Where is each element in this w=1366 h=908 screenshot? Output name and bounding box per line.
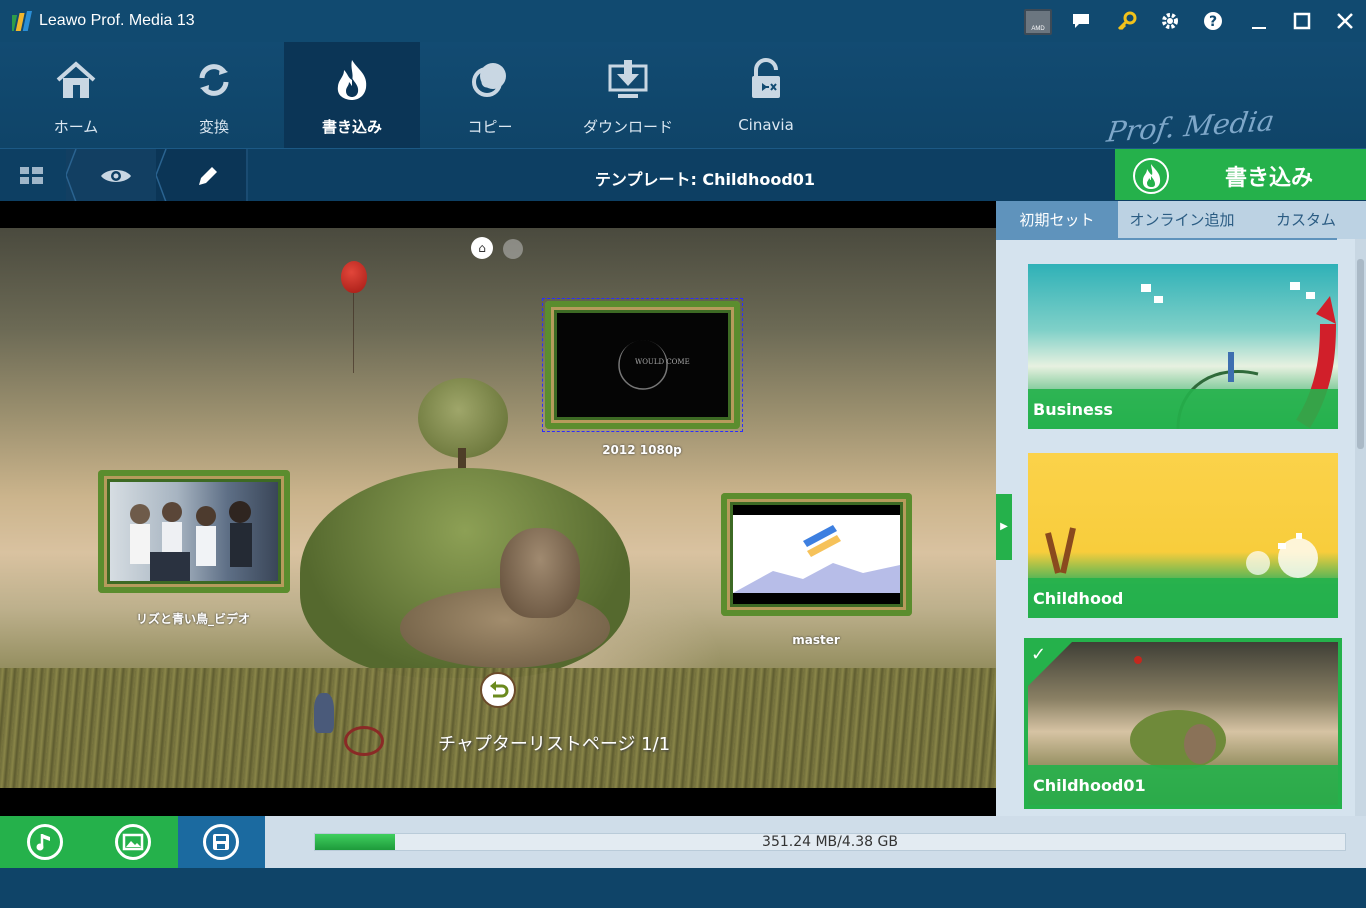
key-icon[interactable] (1114, 8, 1140, 34)
template-name: Childhood (1028, 578, 1338, 618)
nav-item-cinavia[interactable]: Cinavia (698, 42, 834, 148)
nav-item-download[interactable]: ダウンロード (560, 42, 696, 148)
chapter-label-2[interactable]: リズと青い鳥_ビデオ (118, 610, 268, 627)
turtle-head (500, 528, 580, 618)
preview-button[interactable] (66, 149, 156, 202)
nav-label-download: ダウンロード (582, 118, 673, 136)
save-icon (213, 834, 229, 850)
save-button[interactable] (203, 824, 239, 860)
nav-label-convert: 変換 (198, 118, 229, 136)
template-childhood01[interactable]: ✓ Childhood01 (1024, 638, 1342, 809)
red-balloon (341, 261, 367, 293)
burn-button-icon (1133, 158, 1169, 194)
app-logo-icon (12, 11, 32, 31)
home-icon (56, 61, 96, 98)
download-icon (608, 60, 648, 98)
balloon-string (353, 293, 354, 373)
nav-item-copy[interactable]: コピー (422, 42, 558, 148)
image-button[interactable] (115, 824, 151, 860)
burn-button[interactable]: 書き込み (1115, 149, 1366, 200)
template-tabs: 初期セット オンライン追加 カスタム (996, 201, 1366, 240)
help-icon[interactable]: ? (1200, 8, 1226, 34)
brand-text: Prof. Media (1104, 104, 1277, 149)
template-name: Childhood01 (1028, 765, 1338, 805)
page-dot-2[interactable] (503, 239, 523, 259)
page-home-dot[interactable]: ⌂ (471, 237, 493, 259)
disc-copy-icon (472, 63, 506, 97)
check-icon: ✓ (1031, 644, 1047, 665)
template-name: Business (1028, 389, 1338, 429)
disc-usage-area: 351.24 MB/4.38 GB (265, 816, 1366, 868)
amd-chip-icon: AMD (1024, 9, 1052, 35)
template-scrollbar[interactable] (1355, 239, 1366, 816)
nav-item-burn[interactable]: 書き込み (284, 42, 420, 148)
media-buttons-group (0, 816, 178, 868)
music-note-icon (36, 834, 50, 851)
tab-default-set[interactable]: 初期セット (996, 201, 1118, 239)
amd-chip-label: AMD (1031, 26, 1045, 32)
eye-icon (101, 170, 131, 182)
app-window: Leawo Prof. Media 13 AMD ? ホーム 変換 書き込み コ… (0, 0, 1366, 908)
chapter-thumbnail-2[interactable] (98, 470, 290, 593)
tricycle (344, 726, 384, 756)
tabs-underline (996, 238, 1337, 240)
app-title: Leawo Prof. Media 13 (39, 12, 195, 29)
edit-button[interactable] (156, 149, 248, 202)
disc-usage-text: 351.24 MB/4.38 GB (762, 834, 898, 850)
template-label: テンプレート: Childhood01 (594, 170, 816, 189)
maximize-icon[interactable] (1289, 8, 1315, 34)
svg-text:?: ? (1209, 14, 1217, 30)
minimize-icon[interactable] (1246, 8, 1272, 34)
nav-label-home: ホーム (53, 118, 99, 136)
main-nav: ホーム 変換 書き込み コピー ダウンロード Cinavia Prof. Med… (0, 42, 1366, 175)
burn-icon (337, 60, 367, 100)
chapter-label-3[interactable]: master (766, 633, 866, 647)
nav-item-convert[interactable]: 変換 (146, 42, 282, 148)
thumbnail-image (110, 482, 278, 581)
grid-icon (20, 167, 43, 184)
burn-button-label: 書き込み (1225, 166, 1314, 191)
save-template-group (178, 816, 265, 868)
chapter-page-indicator: チャプターリストページ 1/1 (438, 734, 671, 755)
music-button[interactable] (27, 824, 63, 860)
thumbnail-image (733, 505, 900, 604)
tab-online-add[interactable]: オンライン追加 (1118, 201, 1246, 239)
bottom-bar: 351.24 MB/4.38 GB (0, 816, 1366, 868)
pencil-icon (199, 167, 217, 185)
footer-bar (0, 868, 1366, 908)
return-arrow-icon (490, 681, 509, 698)
close-icon[interactable] (1332, 8, 1358, 34)
title-bar: Leawo Prof. Media 13 AMD ? (0, 0, 1366, 42)
nav-item-home[interactable]: ホーム (8, 42, 144, 148)
collapse-panel-button[interactable]: ▶ (996, 494, 1012, 560)
selected-check-badge: ✓ (1028, 642, 1072, 686)
chapter-label-1[interactable]: 2012 1080p (590, 443, 694, 457)
image-icon (122, 833, 144, 851)
scrollbar-thumb[interactable] (1357, 259, 1364, 449)
nav-label-burn: 書き込み (321, 118, 382, 136)
template-business[interactable]: Business (1028, 264, 1338, 429)
cinavia-icon (752, 58, 780, 98)
child-figure (314, 693, 334, 733)
nav-label-cinavia: Cinavia (738, 116, 794, 134)
tab-custom[interactable]: カスタム (1246, 201, 1366, 239)
selection-outline (542, 298, 743, 432)
chapter-thumbnail-3[interactable] (721, 493, 912, 616)
disc-usage-bar: 351.24 MB/4.38 GB (314, 833, 1346, 851)
nav-label-copy: コピー (467, 118, 513, 136)
template-childhood[interactable]: Childhood (1028, 453, 1338, 618)
return-button[interactable] (480, 672, 516, 708)
tree (418, 378, 508, 458)
message-icon[interactable] (1068, 8, 1094, 34)
convert-icon (199, 64, 229, 96)
grid-view-button[interactable] (0, 149, 66, 202)
gear-icon[interactable] (1157, 8, 1183, 34)
